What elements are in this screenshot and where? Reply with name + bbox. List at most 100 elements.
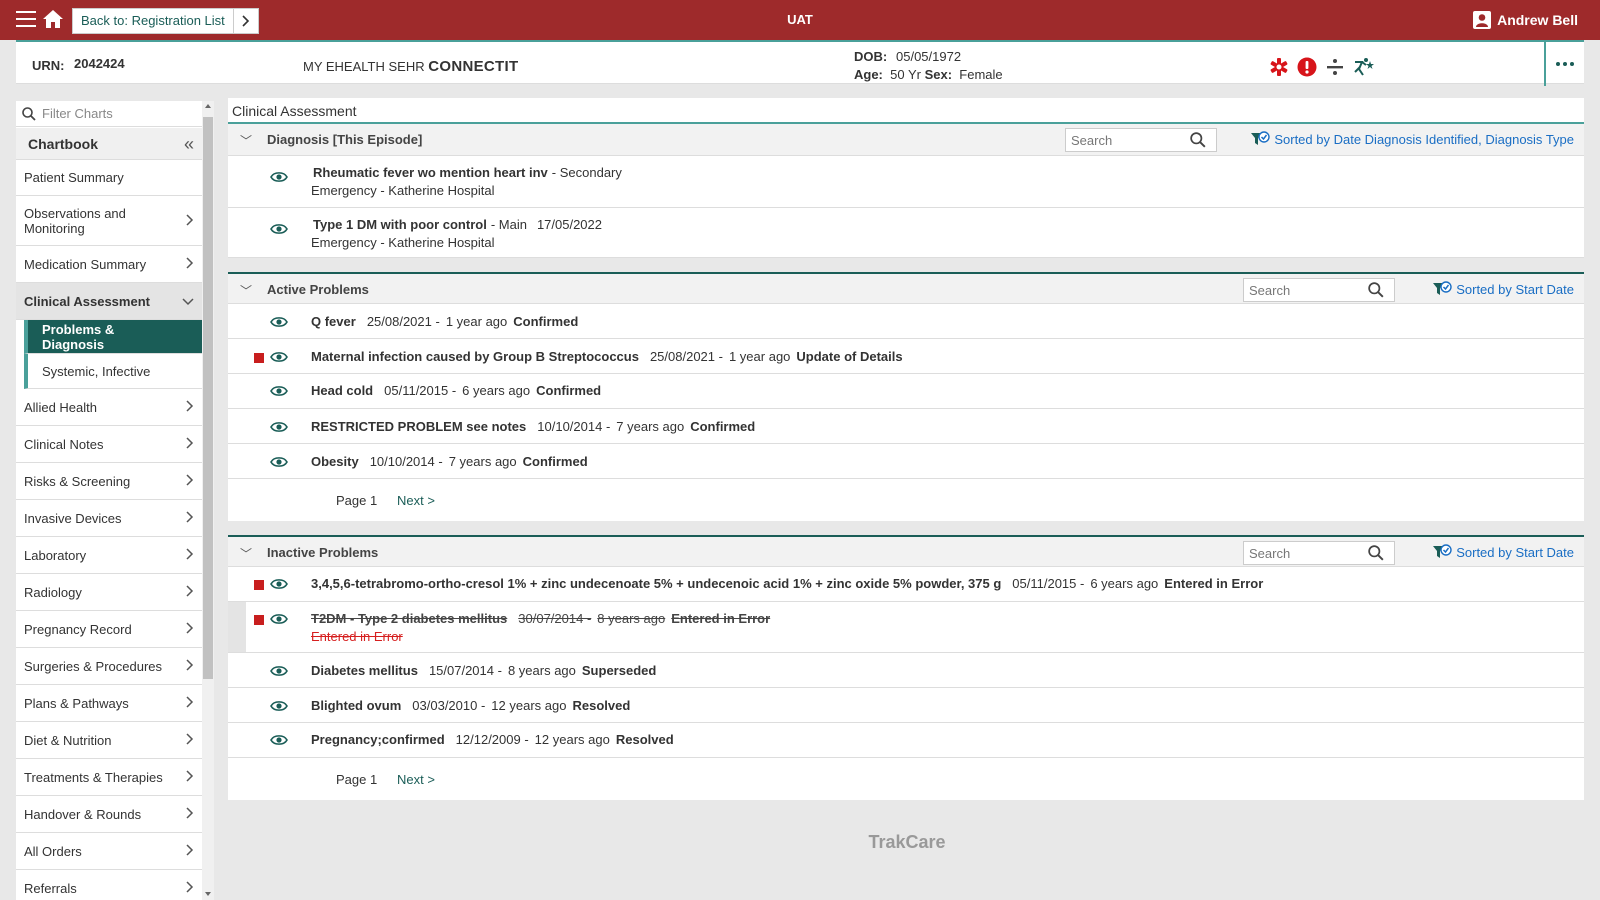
next-page-link[interactable]: Next >	[397, 493, 435, 508]
problem-date: 25/08/2021 -	[366, 314, 440, 329]
sidebar-item-referrals[interactable]: Referrals	[16, 870, 202, 900]
problem-age: 12 years ago	[491, 698, 567, 713]
more-options-button[interactable]	[1544, 42, 1584, 86]
sidebar-item-handover-rounds[interactable]: Handover & Rounds	[16, 796, 202, 833]
inactive-problems-header: ﹀ Inactive Problems Sorted by Start Date	[228, 535, 1584, 567]
sidebar-item-pregnancy-record[interactable]: Pregnancy Record	[16, 611, 202, 648]
chevron-down-icon[interactable]: ﹀	[240, 282, 252, 299]
view-problem[interactable]	[270, 456, 288, 471]
panel-title: Clinical Assessment	[228, 98, 1584, 124]
chartbook-sidebar: Chartbook « Patient Summary Observations …	[16, 101, 214, 900]
diagnosis-type: - Secondary	[551, 165, 622, 180]
sidebar-item-label: Patient Summary	[24, 170, 124, 185]
sidebar-item-plans-pathways[interactable]: Plans & Pathways	[16, 685, 202, 722]
user-menu[interactable]: Andrew Bell	[1473, 11, 1578, 29]
sidebar-item-problems-diagnosis[interactable]: Problems & Diagnosis	[24, 320, 202, 354]
sidebar-item-clinical-assessment[interactable]: Clinical Assessment	[16, 283, 202, 320]
view-diagnosis[interactable]	[270, 223, 288, 238]
view-eye-icon[interactable]	[270, 613, 288, 625]
sidebar-scrollbar[interactable]	[202, 101, 214, 900]
hamburger-menu-icon[interactable]	[16, 11, 36, 29]
sidebar-item-systemic-infective[interactable]: Systemic, Infective	[24, 354, 202, 389]
home-icon[interactable]	[42, 9, 64, 29]
sidebar-item-laboratory[interactable]: Laboratory	[16, 537, 202, 574]
problem-name: Blighted ovum	[311, 698, 402, 713]
sidebar-item-allied-health[interactable]: Allied Health	[16, 389, 202, 426]
next-page-link[interactable]: Next >	[397, 772, 435, 787]
back-button-label: Back to: Registration List	[81, 13, 225, 28]
view-diagnosis[interactable]	[270, 171, 288, 186]
problem-text: Blighted ovum 03/03/2010 - 12 years ago Res…	[311, 698, 630, 713]
problem-date: 12/12/2009 -	[455, 732, 529, 747]
chevron-down-icon[interactable]: ﹀	[240, 132, 252, 149]
medical-star-icon[interactable]	[1269, 57, 1289, 77]
view-eye-icon[interactable]	[270, 351, 288, 363]
alert-icon[interactable]	[1297, 57, 1317, 77]
view-problem[interactable]	[270, 613, 288, 628]
ehealth-record[interactable]: MY EHEALTH SEHR CONNECTIT	[303, 58, 518, 75]
active-problems-sort[interactable]: Sorted by Start Date	[1432, 280, 1574, 298]
diagnosis-sort[interactable]: Sorted by Date Diagnosis Identified, Dia…	[1250, 130, 1574, 148]
search-icon[interactable]	[1190, 132, 1206, 148]
filter-charts-input[interactable]	[42, 106, 192, 121]
sidebar-item-surgeries-procedures[interactable]: Surgeries & Procedures	[16, 648, 202, 685]
view-problem[interactable]	[270, 351, 288, 366]
active-problems-search-input[interactable]	[1244, 282, 1368, 298]
active-problems-rows: Q fever 25/08/2021 - 1 year ago Confirmed Ma…	[228, 304, 1584, 479]
inactive-problems-search-input[interactable]	[1244, 545, 1368, 561]
sidebar-item-observations-and-monitoring[interactable]: Observations and Monitoring	[16, 196, 202, 246]
sidebar-item-risks-screening[interactable]: Risks & Screening	[16, 463, 202, 500]
chevron-right-icon	[186, 695, 194, 711]
problem-age: 1 year ago	[445, 314, 508, 329]
diagnosis-title: Diagnosis [This Episode]	[267, 132, 423, 147]
sidebar-item-label: Pregnancy Record	[24, 621, 132, 637]
inactive-problems-sort-label: Sorted by Start Date	[1456, 544, 1574, 560]
top-bar: Back to: Registration List UAT Andrew Be…	[0, 0, 1600, 40]
problem-age: 6 years ago	[462, 383, 531, 398]
sidebar-item-diet-nutrition[interactable]: Diet & Nutrition	[16, 722, 202, 759]
view-eye-icon[interactable]	[270, 223, 288, 235]
sidebar-item-treatments-therapies[interactable]: Treatments & Therapies	[16, 759, 202, 796]
divide-icon[interactable]	[1325, 57, 1345, 77]
problem-text: Head cold 05/11/2015 - 6 years ago Confirme…	[311, 383, 601, 398]
diagnosis-search-input[interactable]	[1066, 132, 1190, 148]
diagnosis-location: Emergency - Katherine Hospital	[311, 183, 495, 198]
chevron-right-icon	[186, 510, 194, 526]
view-eye-icon[interactable]	[270, 700, 288, 712]
diagnosis-name: Type 1 DM with poor control	[313, 217, 487, 232]
active-problems-search	[1243, 278, 1395, 302]
problem-row: Blighted ovum 03/03/2010 - 12 years ago Res…	[228, 688, 1584, 723]
back-to-registration-button[interactable]: Back to: Registration List	[72, 8, 259, 34]
view-eye-icon[interactable]	[270, 578, 288, 590]
view-problem[interactable]	[270, 734, 288, 749]
view-problem[interactable]	[270, 421, 288, 436]
sidebar-item-medication-summary[interactable]: Medication Summary	[16, 246, 202, 283]
collapse-sidebar-icon[interactable]: «	[184, 128, 194, 160]
problem-age: 8 years ago	[597, 611, 666, 626]
view-problem[interactable]	[270, 700, 288, 715]
running-person-icon[interactable]	[1353, 57, 1375, 77]
view-eye-icon[interactable]	[270, 734, 288, 746]
sidebar-item-clinical-notes[interactable]: Clinical Notes	[16, 426, 202, 463]
view-problem[interactable]	[270, 578, 288, 593]
inactive-problems-sort[interactable]: Sorted by Start Date	[1432, 543, 1574, 561]
view-problem[interactable]	[270, 316, 288, 331]
view-eye-icon[interactable]	[270, 665, 288, 677]
search-icon[interactable]	[1368, 545, 1384, 561]
view-eye-icon[interactable]	[270, 171, 288, 183]
view-eye-icon[interactable]	[270, 456, 288, 468]
sidebar-item-radiology[interactable]: Radiology	[16, 574, 202, 611]
problem-name: Maternal infection caused by Group B Str…	[311, 349, 639, 364]
search-icon[interactable]	[1368, 282, 1384, 298]
view-problem[interactable]	[270, 385, 288, 400]
view-eye-icon[interactable]	[270, 385, 288, 397]
inactive-problems-title: Inactive Problems	[267, 545, 379, 560]
problem-date: 15/07/2014 -	[428, 663, 502, 678]
view-eye-icon[interactable]	[270, 316, 288, 328]
chevron-down-icon[interactable]: ﹀	[240, 545, 252, 562]
sidebar-item-invasive-devices[interactable]: Invasive Devices	[16, 500, 202, 537]
sidebar-item-label: Plans & Pathways	[24, 695, 129, 711]
view-eye-icon[interactable]	[270, 421, 288, 433]
sidebar-item-patient-summary[interactable]: Patient Summary	[16, 160, 202, 196]
view-problem[interactable]	[270, 665, 288, 680]
